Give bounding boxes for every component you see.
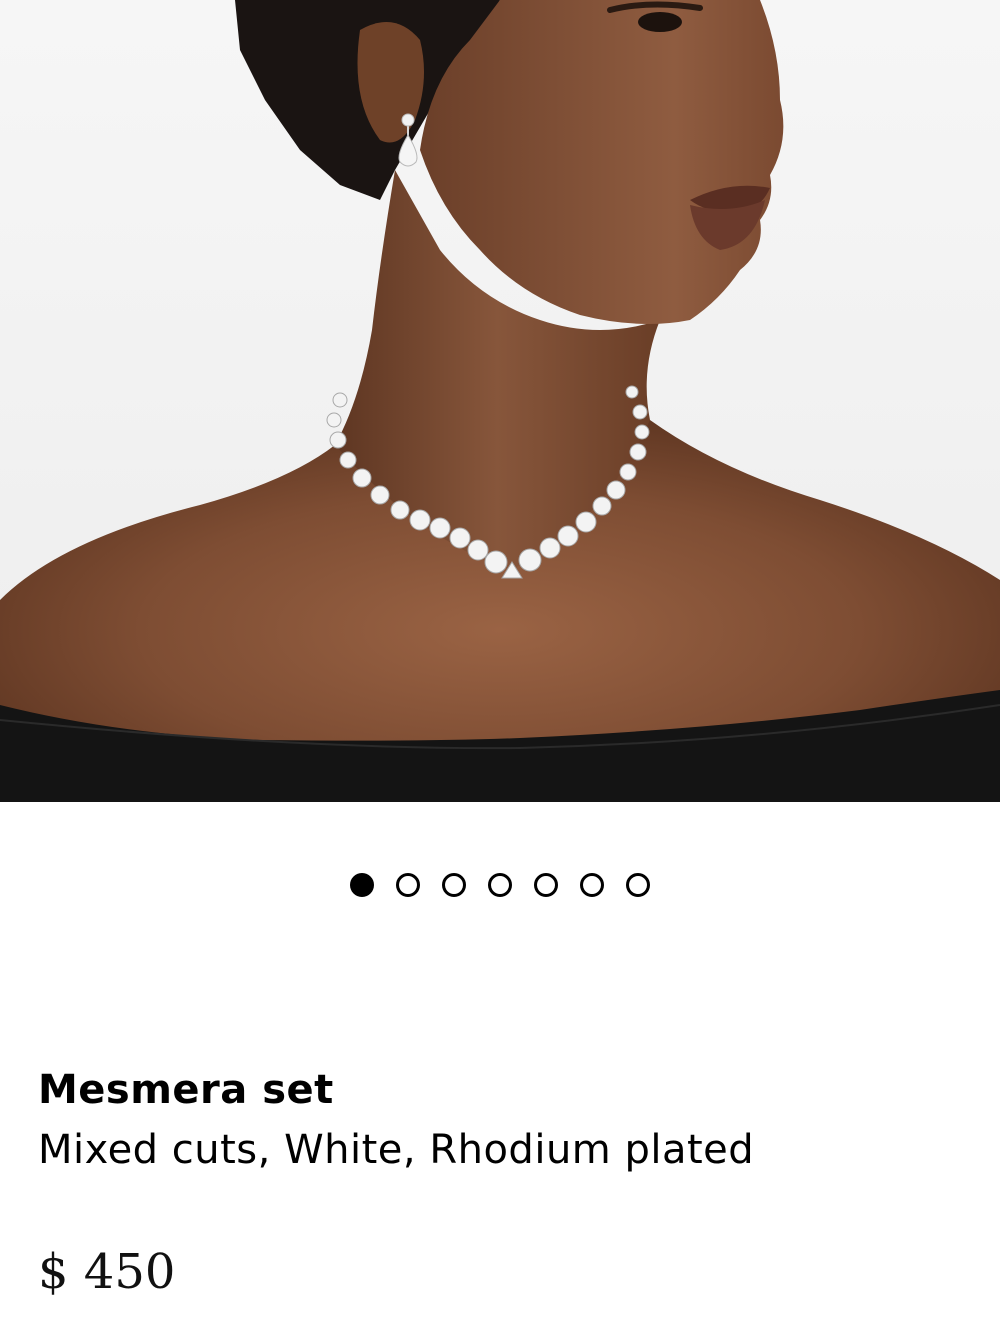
carousel-dot-7[interactable]	[626, 873, 650, 897]
carousel-pagination	[0, 870, 1000, 900]
product-price: $ 450	[38, 1244, 176, 1300]
carousel-dot-4[interactable]	[488, 873, 512, 897]
carousel-dot-2[interactable]	[396, 873, 420, 897]
carousel-dot-6[interactable]	[580, 873, 604, 897]
product-info: Mesmera set Mixed cuts, White, Rhodium p…	[38, 1062, 958, 1178]
product-image[interactable]	[0, 0, 1000, 802]
carousel-dot-1[interactable]	[350, 873, 374, 897]
product-page: Mesmera set Mixed cuts, White, Rhodium p…	[0, 0, 1000, 1333]
carousel-dot-3[interactable]	[442, 873, 466, 897]
carousel-dot-5[interactable]	[534, 873, 558, 897]
product-photo	[0, 0, 1000, 802]
product-title: Mesmera set	[38, 1067, 334, 1113]
product-description: Mixed cuts, White, Rhodium plated	[38, 1127, 755, 1173]
